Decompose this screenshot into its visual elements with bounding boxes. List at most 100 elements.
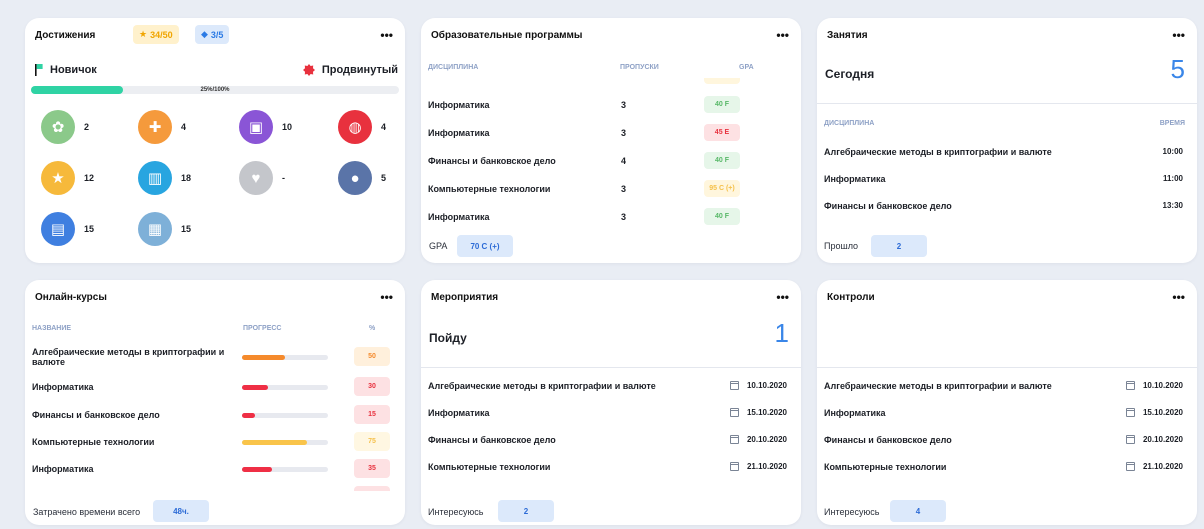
list-item-date: 15.10.2020 [1125,408,1183,417]
more-menu-button[interactable]: ••• [380,290,393,304]
achievement-item[interactable]: ▤ 15 [41,212,94,246]
class-row-time: 13:30 [1162,201,1183,210]
level-progress-text: 25%/100% [200,87,230,93]
course-progress-fill [242,467,273,472]
more-menu-button[interactable]: ••• [1172,290,1185,304]
course-progress-fill [242,355,285,360]
puzzle-icon: ✚ [138,110,172,144]
course-row-name: Компьютерные технологии [32,437,155,447]
achievement-item[interactable]: ♥ - [239,161,285,195]
card-title: Занятия [827,30,868,41]
gpa-footer-value[interactable]: 70 C (+) [457,235,513,257]
achievement-item[interactable]: ◍ 4 [338,110,386,144]
list-item-name: Компьютерные технологии [824,462,947,472]
program-row-name: Информатика [428,128,490,138]
achievement-count: 2 [84,122,90,132]
calendar-icon [1125,408,1135,417]
books-icon: ▥ [138,161,172,195]
list-item-name: Финансы и банковское дело [428,435,556,445]
program-row-absences: 3 [621,100,627,110]
program-row-name: Информатика [428,212,490,222]
class-row-time: 11:00 [1162,174,1183,183]
course-progress-bar [242,413,328,418]
percent-badge: 15 [354,405,390,424]
achievement-count: - [282,173,285,183]
card-title: Достижения [35,30,96,41]
interested-footer-value[interactable]: 2 [498,500,554,522]
shield-star-icon: ★ [41,161,75,195]
list-item-name: Информатика [824,408,886,418]
list-item-name: Алгебраические методы в криптографии и в… [428,381,656,391]
percent-badge: 50 [354,347,390,366]
achievement-item[interactable]: ▣ 10 [239,110,292,144]
achievement-item[interactable]: ▦ 15 [138,212,191,246]
level-to-label: Продвинутый [321,64,398,76]
date-text: 21.10.2020 [1142,462,1183,471]
interested-footer-label: Интересуюсь [428,507,484,517]
today-count: 5 [1170,54,1185,84]
list-item-date: 15.10.2020 [729,408,787,417]
program-row-absences: 3 [621,212,627,222]
program-row-name: Компьютерные технологии [428,184,551,194]
gems-count: 3/5 [210,29,224,40]
achievement-item[interactable]: ● 5 [338,161,386,195]
courses-card: Онлайн-курсы ••• НАЗВАНИЕ ПРОГРЕСС % Алг… [25,280,405,525]
course-row-name: Информатика [32,382,94,392]
more-menu-button[interactable]: ••• [776,28,789,42]
passed-footer-value[interactable]: 2 [871,235,927,257]
class-row-name: Финансы и банковское дело [824,201,952,211]
date-text: 10.10.2020 [746,381,787,390]
time-footer-value[interactable]: 48ч. [153,500,209,522]
time-footer-label: Затрачено времени всего [33,507,141,517]
calendar-icon [1125,462,1135,471]
classes-card: Занятия ••• Сегодня 5 ДИСЦИПЛИНА ВРЕМЯ А… [817,18,1197,263]
achievement-item[interactable]: ✿ 2 [41,110,89,144]
stars-count: 34/50 [150,29,173,40]
card-title: Мероприятия [431,292,499,303]
list-item-date: 21.10.2020 [729,462,787,471]
date-text: 21.10.2020 [746,462,787,471]
achievement-count: 4 [381,122,387,132]
col-header-percent: % [369,325,376,332]
col-header-name: НАЗВАНИЕ [32,325,72,332]
achievement-count: 4 [181,122,187,132]
class-row-name: Алгебраические методы в криптографии и в… [824,147,1052,157]
card-title: Онлайн-курсы [35,292,107,303]
achievement-count: 15 [84,224,95,234]
heart-hand-icon: ♥ [239,161,273,195]
achievement-item[interactable]: ▥ 18 [138,161,191,195]
today-label: Сегодня [825,67,875,81]
course-progress-bar [242,467,328,472]
divider [817,103,1197,104]
col-header-discipline: ДИСЦИПЛИНА [824,120,875,127]
list-item-date: 10.10.2020 [1125,381,1183,390]
more-menu-button[interactable]: ••• [380,28,393,42]
class-row-name: Информатика [824,174,886,184]
list-item-date: 20.10.2020 [1125,435,1183,444]
level-to: Продвинутый [302,64,398,76]
course-progress-fill [242,413,255,418]
achievement-item[interactable]: ★ 12 [41,161,94,195]
achievement-item[interactable]: ✚ 4 [138,110,186,144]
interested-footer-value[interactable]: 4 [890,500,946,522]
card-title: Образовательные программы [431,30,583,41]
achievement-count: 10 [282,122,293,132]
more-menu-button[interactable]: ••• [776,290,789,304]
program-row-name: Информатика [428,100,490,110]
date-text: 15.10.2020 [746,408,787,417]
badge-icon [302,64,315,76]
calendar-icon [729,462,739,471]
divider [817,367,1197,368]
scrolled-pill [704,78,740,84]
divider [421,367,801,368]
gpa-badge: 40 F [704,152,740,169]
star-icon: ★ [139,29,148,39]
gems-badge: ◆ 3/5 [195,25,230,44]
course-row-name: Финансы и банковское дело [32,410,160,420]
calendar-icon [729,408,739,417]
programs-card: Образовательные программы ••• ДИСЦИПЛИНА… [421,18,801,263]
newspaper-icon: ▤ [41,212,75,246]
more-menu-button[interactable]: ••• [1172,28,1185,42]
achievement-count: 5 [381,173,387,183]
passed-footer-label: Прошло [824,241,859,251]
